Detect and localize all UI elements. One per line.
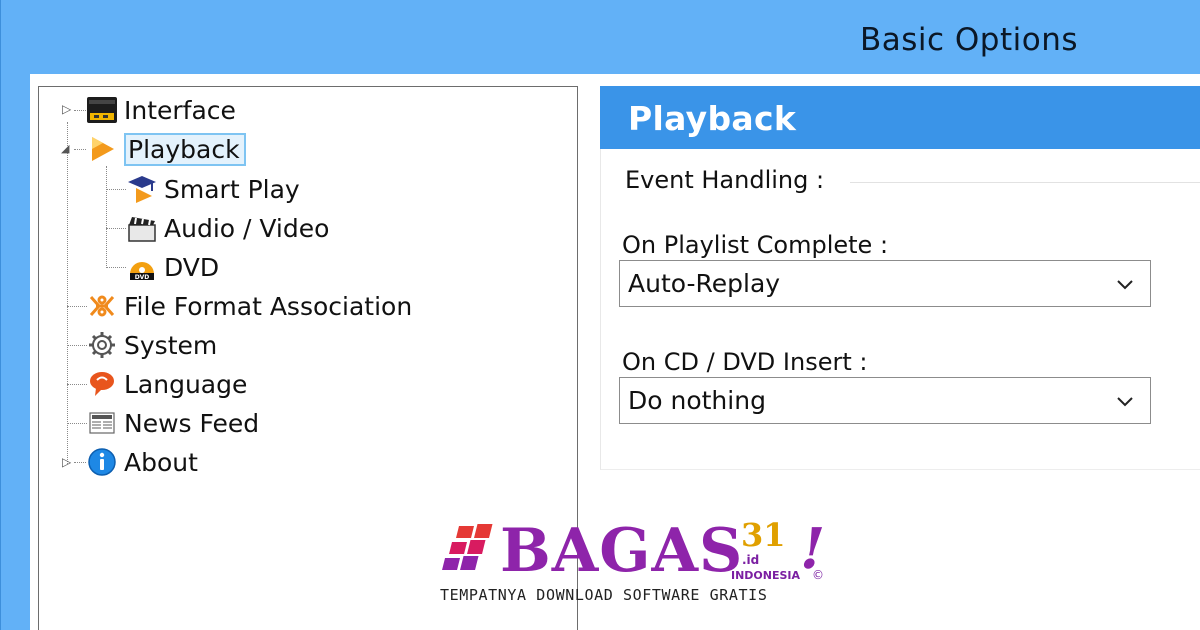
news-feed-icon: [86, 407, 118, 439]
clapperboard-icon: [126, 212, 158, 244]
tree-line: [74, 110, 86, 111]
tree-line: [67, 122, 68, 464]
select-value: Auto-Replay: [628, 269, 781, 298]
collapse-playback-toggle[interactable]: ◢: [61, 142, 69, 155]
tree-item-label: System: [124, 330, 218, 360]
tree-item-label: Language: [124, 369, 248, 399]
tree-item-label: Smart Play: [164, 174, 300, 204]
tree-item-audio-video[interactable]: Audio / Video: [126, 210, 329, 246]
tree-item-language[interactable]: Language: [86, 366, 247, 402]
chevron-down-icon: [1117, 396, 1133, 406]
tree-item-label: File Format Association: [124, 291, 413, 321]
bagas-logo-icon: [442, 524, 493, 570]
watermark-country: INDONESIA: [731, 569, 801, 582]
tree-item-about[interactable]: About: [86, 444, 198, 480]
cd-dvd-insert-label: On CD / DVD Insert :: [622, 348, 868, 376]
tree-item-news-feed[interactable]: News Feed: [86, 405, 259, 441]
expand-about-toggle[interactable]: ▷: [62, 455, 71, 469]
chevron-down-icon: [1117, 279, 1133, 289]
dvd-icon: DVD: [126, 251, 158, 283]
watermark-copyright: ©: [812, 568, 824, 582]
file-format-icon: [86, 290, 118, 322]
tree-item-label: Interface: [124, 95, 236, 125]
tree-item-smart-play[interactable]: Smart Play: [126, 171, 300, 207]
watermark-tagline: TEMPATNYA DOWNLOAD SOFTWARE GRATIS: [440, 586, 768, 604]
tree-item-file-format-association[interactable]: File Format Association: [86, 288, 412, 324]
playlist-complete-select[interactable]: Auto-Replay: [619, 260, 1151, 307]
group-label-event-handling: Event Handling :: [625, 166, 825, 194]
tree-line: [67, 345, 87, 346]
cd-dvd-insert-select[interactable]: Do nothing: [619, 377, 1151, 424]
interface-icon: [86, 94, 118, 126]
tree-line: [106, 267, 126, 268]
watermark-domain: .id: [742, 553, 760, 567]
tree-item-label: DVD: [164, 252, 220, 282]
section-header: Playback: [600, 86, 1200, 149]
tree-line: [74, 149, 86, 150]
language-icon: [86, 368, 118, 400]
tree-item-system[interactable]: System: [86, 327, 217, 363]
playlist-complete-label: On Playlist Complete :: [622, 231, 889, 259]
tree-item-label: Playback: [124, 132, 246, 166]
svg-text:DVD: DVD: [135, 274, 150, 281]
playback-icon: [86, 133, 118, 165]
tree-line: [106, 189, 126, 190]
tree-line: [74, 462, 86, 463]
tree-line: [106, 166, 107, 268]
tree-item-label: News Feed: [124, 408, 260, 438]
tree-item-label: About: [124, 447, 198, 477]
tree-line: [67, 423, 87, 424]
expand-interface-toggle[interactable]: ▷: [62, 102, 71, 116]
watermark-number: 31: [741, 516, 786, 554]
select-value: Do nothing: [628, 386, 766, 415]
tree-line: [106, 228, 126, 229]
tree-item-interface[interactable]: Interface: [86, 92, 236, 128]
tree-item-label: Audio / Video: [164, 213, 330, 243]
smart-play-icon: [126, 173, 158, 205]
watermark-brand: BAGAS: [500, 516, 744, 586]
gear-icon: [86, 329, 118, 361]
tree-line: [67, 384, 87, 385]
tree-line: [67, 306, 87, 307]
window-title: Basic Options: [859, 22, 1078, 58]
info-icon: [86, 446, 118, 478]
tree-item-playback[interactable]: Playback: [86, 131, 246, 167]
tree-item-dvd[interactable]: DVD DVD: [126, 249, 219, 285]
group-divider: [850, 182, 1200, 183]
